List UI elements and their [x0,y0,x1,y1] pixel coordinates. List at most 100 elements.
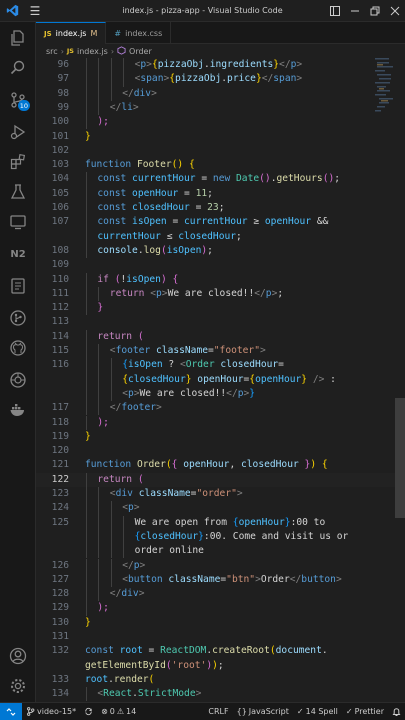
indent-guide [110,58,112,73]
indent-guide [110,386,112,402]
code-line[interactable]: 131 [36,630,405,644]
code-line[interactable]: 96 <p>{pizzaObj.ingredients}</p> [36,58,405,73]
code-line[interactable]: 110 if (!isOpen) { [36,272,405,287]
code-line[interactable]: 122 return ( [36,472,405,487]
code-editor[interactable]: 96 <p>{pizzaObj.ingredients}</p> 97 <span>{… [36,58,405,702]
code-line[interactable]: currentHour ≤ closedHour; [36,229,405,244]
problems-status[interactable]: ⊗ 0 ⚠ 14 [97,703,140,720]
branch-status[interactable]: video-15* [22,703,80,720]
code-line[interactable]: 132 const root = ReactDOM.createRoot(docu… [36,644,405,658]
code-token: ) [310,459,322,471]
code-line[interactable]: 116 {isOpen ? <Order closedHour= [36,358,405,373]
code-line[interactable]: 133 root.render( [36,673,405,687]
code-line[interactable]: 121 function Order({ openHour, closedHour… [36,458,405,472]
code-line[interactable]: 104 const currentHour = new Date().getHou… [36,172,405,187]
code-line[interactable]: 114 return ( [36,329,405,344]
code-line[interactable]: 97 <span>{pizzaObj.price}</span> [36,72,405,87]
indent-guide [86,487,87,502]
code-text: } [85,130,91,144]
account-icon[interactable] [0,642,36,670]
activity-bar: 10 N2 [0,22,36,702]
code-line[interactable]: 106 const closedHour = 23; [36,201,405,216]
code-line[interactable]: <p>We are closed!!</p>} [36,386,405,402]
close-icon[interactable] [385,0,405,22]
code-line[interactable]: 130} [36,616,405,630]
line-number: 131 [51,631,69,642]
tab-index-css[interactable]: # index.css [106,22,172,44]
code-line[interactable]: 124 <p> [36,501,405,516]
code-line[interactable]: 107 const isOpen = currentHour ≥ openHour… [36,215,405,230]
code-token: if [97,273,115,285]
code-line[interactable]: getElementById('root')); [36,659,405,673]
line-ending-status[interactable]: CRLF [204,703,232,720]
code-line[interactable]: {closedHour}:00. Come and visit us or [36,529,405,545]
explorer-icon[interactable] [0,24,36,52]
code-line[interactable]: 123 <div className="order"> [36,487,405,502]
prettier-status[interactable]: ✓ Prettier [342,703,388,720]
breadcrumb-folder[interactable]: src [46,47,58,56]
code-line[interactable]: 108 console.log(isOpen); [36,243,405,259]
layout-icon[interactable] [325,0,345,22]
double-check-icon: ✓ [345,707,353,716]
scrollbar-thumb[interactable] [395,398,405,518]
git-graph-icon[interactable] [0,304,36,332]
line-number: 133 [51,673,69,685]
code-line[interactable]: 126 </p> [36,558,405,573]
extensions-icon[interactable] [0,148,36,176]
spell-check-status[interactable]: ✓ 14 Spell [293,703,342,720]
code-line[interactable]: 117 </footer> [36,401,405,416]
code-line[interactable]: 113 [36,315,405,329]
run-debug-icon[interactable] [0,118,36,146]
code-line[interactable]: 134 <React.StrictMode> [36,687,405,702]
remote-indicator-icon[interactable] [0,702,22,720]
code-line[interactable]: 120 [36,444,405,458]
manage-gear-icon[interactable] [0,672,36,700]
breadcrumb-file[interactable]: index.js [77,47,108,56]
tab-index-js[interactable]: JS index.js M [36,22,107,44]
code-line[interactable]: 103 function Footer() { [36,158,405,172]
restore-icon[interactable] [365,0,385,22]
vertical-scrollbar[interactable] [395,58,405,702]
code-line[interactable]: 102 [36,144,405,158]
code-line[interactable]: 118); [36,415,405,430]
code-token: closedHour [241,459,299,471]
code-line[interactable]: 105 const openHour = 11; [36,186,405,201]
indent-guide [110,501,112,516]
github-icon[interactable] [0,334,36,362]
code-line[interactable]: 99 </li> [36,100,405,116]
code-line[interactable]: 100); [36,115,405,130]
code-line[interactable]: 112} [36,301,405,316]
code-line[interactable]: 101} [36,130,405,144]
code-line[interactable]: 115 <footer className="footer"> [36,344,405,359]
code-line[interactable]: 127 <button className="btn">Order</button… [36,572,405,588]
code-line[interactable]: 109 [36,258,405,272]
testing-icon[interactable] [0,178,36,206]
minimap[interactable] [373,58,395,702]
breadcrumb-symbol[interactable]: Order [129,47,152,56]
docker-icon[interactable] [0,396,36,424]
code-line[interactable]: 111 return <p>We are closed!!</p>; [36,286,405,302]
remote-explorer-icon[interactable] [0,208,36,236]
language-mode-status[interactable]: {} JavaScript [233,703,293,720]
search-icon[interactable] [0,54,36,82]
code-line[interactable]: 128 </div> [36,587,405,602]
line-number: 101 [51,130,69,142]
code-text: ); [97,416,109,430]
code-line[interactable]: order online [36,544,405,559]
minimize-icon[interactable] [345,0,365,22]
code-text: getElementById('root')); [85,659,224,673]
code-line[interactable]: 125 We are open from {openHour}:00 to [36,515,405,530]
source-control-icon[interactable]: 10 [0,86,36,114]
code-line[interactable]: 129); [36,601,405,616]
code-line[interactable]: {closedHour} openHour={openHour} /> : [36,372,405,387]
code-line[interactable]: 98 </div> [36,86,405,101]
nx-console-icon[interactable]: N2 [0,240,36,268]
code-token: > [296,59,303,70]
copilot-icon[interactable] [0,366,36,394]
notes-icon[interactable] [0,272,36,300]
menu-icon[interactable]: ☰ [24,0,46,22]
code-token: openHour [238,516,285,528]
notifications-bell-icon[interactable] [388,703,405,720]
code-line[interactable]: 119} [36,430,405,444]
sync-icon[interactable] [80,703,97,720]
